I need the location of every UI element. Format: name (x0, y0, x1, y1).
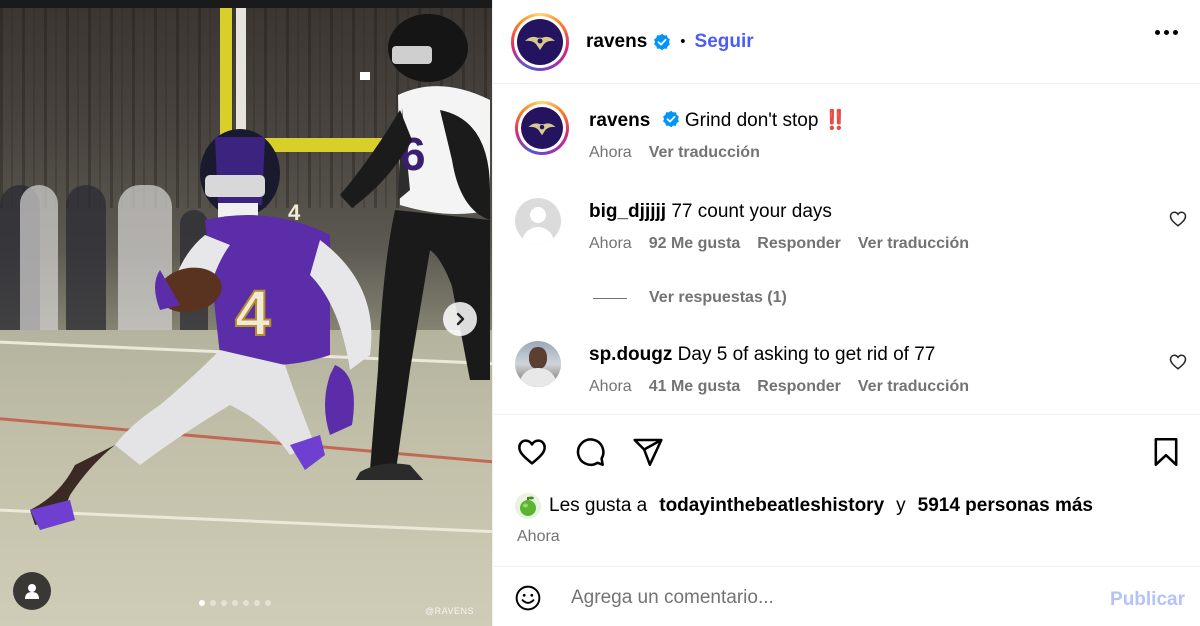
comment-time[interactable]: Ahora (589, 235, 632, 253)
comment-input[interactable] (571, 581, 1091, 615)
comment-username[interactable]: sp.dougz (589, 344, 672, 365)
comment-likes-count[interactable]: 92 Me gusta (649, 235, 741, 253)
view-replies-label: Ver respuestas (1) (649, 289, 787, 306)
heart-icon (518, 439, 546, 465)
chevron-right-icon (456, 312, 465, 326)
publish-comment-button[interactable]: Publicar (1110, 589, 1185, 611)
svg-text:4: 4 (235, 277, 271, 349)
comment-text: 77 count your days (671, 201, 832, 222)
post-header: ravens • Seguir (493, 0, 1200, 84)
view-replies-button[interactable]: Ver respuestas (1) (593, 289, 787, 307)
more-options-icon[interactable] (1155, 30, 1178, 35)
comment-text: Day 5 of asking to get rid of 77 (677, 344, 936, 365)
likes-prefix: Les gusta a (549, 495, 648, 516)
caption-username[interactable]: ravens (589, 110, 650, 131)
bookmark-icon (1154, 438, 1178, 466)
svg-text:4: 4 (288, 200, 301, 225)
comment-likes-count[interactable]: 41 Me gusta (649, 378, 741, 396)
post-timestamp[interactable]: Ahora (517, 528, 560, 546)
default-avatar[interactable] (515, 198, 561, 244)
user-icon (25, 584, 39, 599)
likes-first-user[interactable]: todayinthebeatleshistory (659, 495, 884, 517)
tagged-users-button[interactable] (13, 572, 51, 610)
comment-like-heart-icon[interactable] (1169, 210, 1187, 228)
commenter-avatar[interactable] (515, 341, 561, 387)
comment-translate-link[interactable]: Ver traducción (858, 235, 969, 253)
header-separator: • (680, 33, 686, 50)
likes-summary: Les gusta a todayinthebeatleshistory y 5… (515, 493, 1093, 519)
author-username[interactable]: ravens (586, 31, 647, 53)
like-button[interactable] (515, 435, 549, 469)
carousel-dot (221, 600, 227, 606)
carousel-dot (243, 600, 249, 606)
reply-button[interactable]: Responder (757, 235, 841, 253)
media-top-edge (0, 0, 492, 8)
player-ball-carrier: 4 4 (30, 129, 372, 530)
speech-bubble-icon (576, 438, 605, 466)
add-comment-bar: Publicar (493, 566, 1200, 626)
save-button[interactable] (1149, 435, 1183, 469)
action-bar (515, 435, 665, 469)
author-avatar[interactable] (511, 12, 569, 71)
ravens-logo-icon (525, 36, 555, 50)
carousel-next-button[interactable] (443, 302, 477, 336)
comment-time[interactable]: Ahora (589, 378, 632, 396)
caption-time[interactable]: Ahora (589, 144, 632, 162)
caption-translate-link[interactable]: Ver traducción (649, 144, 760, 162)
comment-button[interactable] (573, 435, 607, 469)
carousel-dot (199, 600, 205, 606)
double-exclamation-emoji: ‼️ (823, 110, 848, 131)
caption-text: Grind don't stop (684, 110, 819, 131)
verified-badge-icon (662, 110, 680, 128)
carousel-dot (210, 600, 216, 606)
carousel-dot (265, 600, 271, 606)
post-details-panel: ravens • Seguir ravens Grind don't stop … (492, 0, 1200, 626)
reply-button[interactable]: Responder (757, 378, 841, 396)
ravens-logo-icon (528, 123, 556, 136)
follow-button[interactable]: Seguir (695, 31, 754, 53)
post-media[interactable]: 6 4 4 @RAVENS (0, 0, 492, 626)
caption-avatar[interactable] (515, 101, 569, 155)
green-apple-avatar-icon[interactable] (515, 493, 541, 519)
carousel-dot (232, 600, 238, 606)
likes-joiner: y (896, 495, 906, 516)
share-button[interactable] (631, 435, 665, 469)
emoji-picker-icon[interactable] (515, 585, 541, 611)
carousel-indicator (199, 600, 271, 606)
comments-section: ravens Grind don't stop ‼️ Ahora Ver tra… (493, 84, 1200, 414)
comment-like-heart-icon[interactable] (1169, 353, 1187, 371)
replies-divider (593, 297, 627, 299)
likes-others-count[interactable]: 5914 personas más (918, 495, 1093, 517)
paper-plane-icon (633, 438, 663, 466)
comment-translate-link[interactable]: Ver traducción (858, 378, 969, 396)
verified-badge-icon (653, 33, 671, 51)
post-actions-section: Les gusta a todayinthebeatleshistory y 5… (493, 414, 1200, 566)
media-watermark: @RAVENS (425, 606, 474, 616)
comment-username[interactable]: big_djjjjj (589, 201, 666, 222)
carousel-dot (254, 600, 260, 606)
